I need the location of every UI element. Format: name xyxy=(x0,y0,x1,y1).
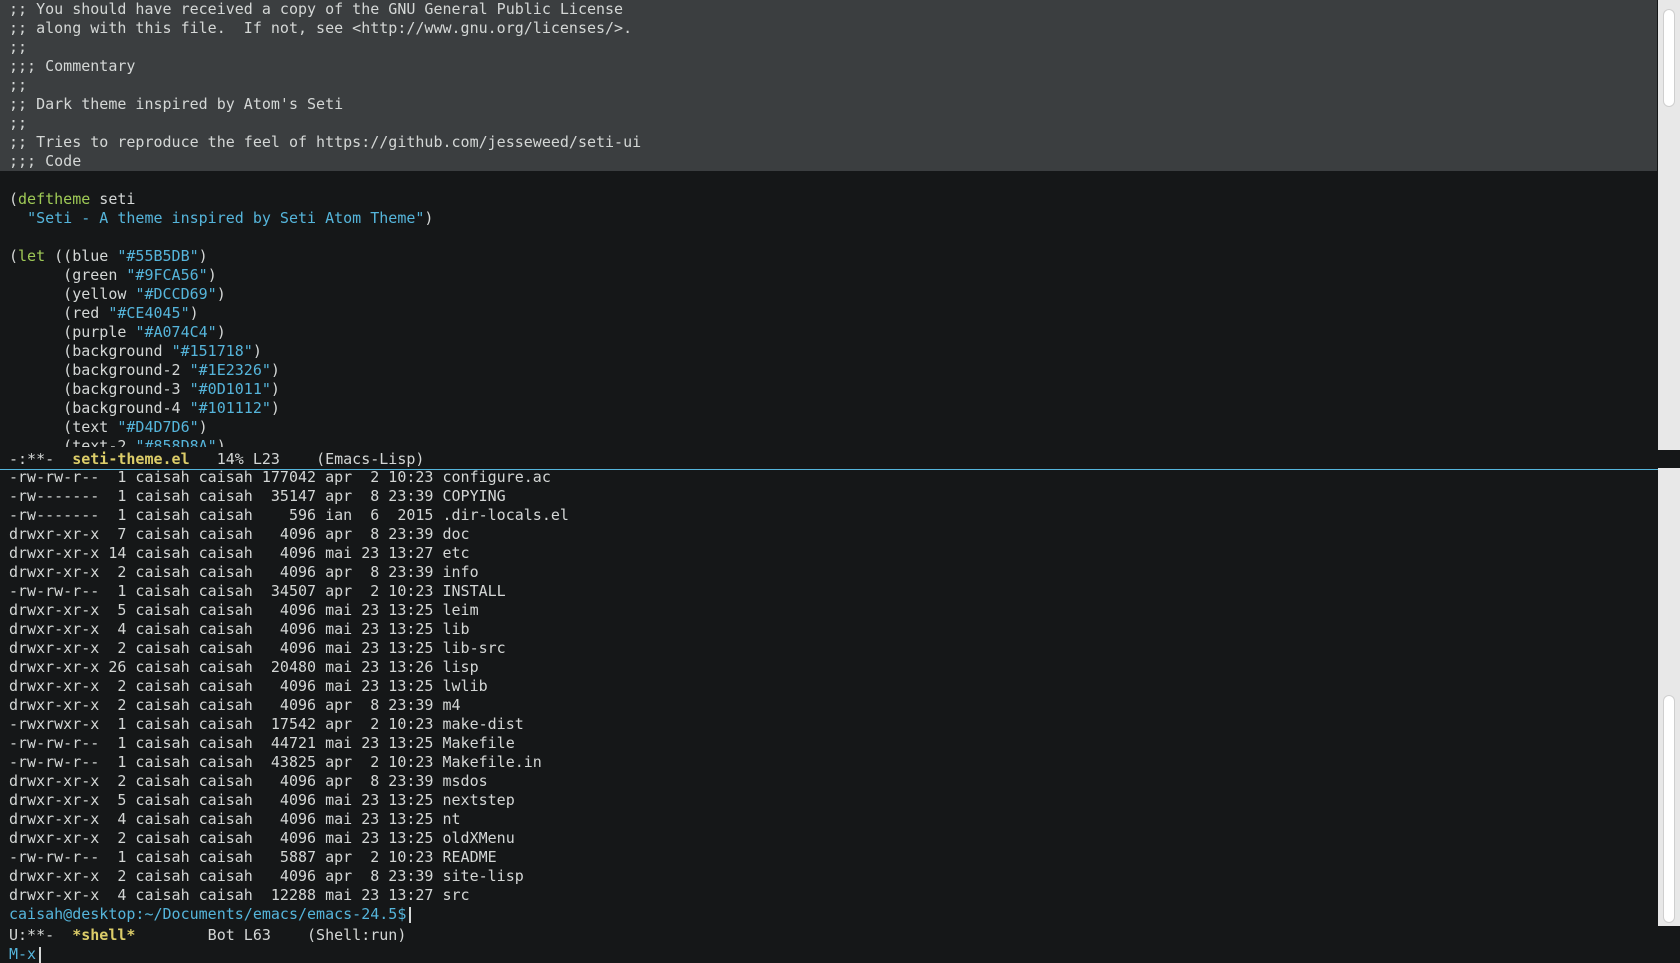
buffer-name[interactable]: *shell* xyxy=(72,926,135,944)
mode-line-bottom[interactable]: U:**- *shell* Bot L63 (Shell:run) xyxy=(0,926,1666,945)
buffer-position: Bot L63 xyxy=(135,926,308,944)
comment-line: ;;; Code xyxy=(0,152,1657,171)
scrollbar-top[interactable] xyxy=(1658,0,1680,450)
minibuffer-prompt: M-x xyxy=(9,945,37,963)
listing-row: drwxr-xr-x 14 caisah caisah 4096 mai 23 … xyxy=(9,544,470,562)
text-cursor xyxy=(409,906,412,923)
modified-status: U:**- xyxy=(9,926,73,944)
shell-prompt-line[interactable]: caisah@desktop:~/Documents/emacs/emacs-2… xyxy=(0,905,1657,924)
listing-row: -rw-rw-r-- 1 caisah caisah 44721 mai 23 … xyxy=(9,734,515,752)
listing-row: -rw-rw-r-- 1 caisah caisah 43825 apr 2 1… xyxy=(9,753,542,771)
color-binding-line: (text "#D4D7D6") xyxy=(9,418,208,436)
comment-line: ;; Tries to reproduce the feel of https:… xyxy=(0,133,1657,152)
listing-row: -rw-rw-r-- 1 caisah caisah 177042 apr 2 … xyxy=(9,468,551,486)
color-binding-line: (yellow "#DCCD69") xyxy=(9,285,226,303)
listing-row: drwxr-xr-x 2 caisah caisah 4096 apr 8 23… xyxy=(9,563,479,581)
minibuffer[interactable]: M-x xyxy=(0,945,42,963)
color-binding-line: (green "#9FCA56") xyxy=(9,266,217,284)
mode-line-top[interactable]: -:**- seti-theme.el 14% L23 (Emacs-Lisp) xyxy=(0,450,1666,470)
comment-line: ;; xyxy=(0,114,1657,133)
color-binding-line: (purple "#A074C4") xyxy=(9,323,226,341)
comment-line: ;;; Commentary xyxy=(0,57,1657,76)
listing-row: drwxr-xr-x 4 caisah caisah 4096 mai 23 1… xyxy=(9,620,470,638)
color-binding-line: (background "#151718") xyxy=(9,342,262,360)
listing-row: -rw------- 1 caisah caisah 35147 apr 8 2… xyxy=(9,487,506,505)
highlighted-comment-region: ;; You should have received a copy of th… xyxy=(0,0,1657,171)
major-mode[interactable]: (Emacs-Lisp) xyxy=(316,450,424,468)
listing-row: drwxr-xr-x 2 caisah caisah 4096 apr 8 23… xyxy=(9,867,524,885)
color-bindings: (green "#9FCA56") (yellow "#DCCD69") (re… xyxy=(0,266,1657,447)
comment-line: ;; xyxy=(0,38,1657,57)
listing-row: drwxr-xr-x 5 caisah caisah 4096 mai 23 1… xyxy=(9,791,515,809)
scrollbar-thumb-bottom[interactable] xyxy=(1664,696,1674,922)
editor-pane-seti-theme[interactable]: ;; You should have received a copy of th… xyxy=(0,0,1657,447)
minibuffer-cursor xyxy=(39,946,42,963)
scrollbar-bottom[interactable] xyxy=(1658,468,1680,926)
listing-row: -rwxrwxr-x 1 caisah caisah 17542 apr 2 1… xyxy=(9,715,524,733)
comment-line: ;; along with this file. If not, see <ht… xyxy=(0,19,1657,38)
listing-row: -rw-rw-r-- 1 caisah caisah 34507 apr 2 1… xyxy=(9,582,506,600)
listing-row: -rw-rw-r-- 1 caisah caisah 5887 apr 2 10… xyxy=(9,848,497,866)
major-mode[interactable]: (Shell:run) xyxy=(307,926,406,944)
color-binding-line: (background-3 "#0D1011") xyxy=(9,380,280,398)
listing-row: drwxr-xr-x 2 caisah caisah 4096 mai 23 1… xyxy=(9,639,506,657)
code-line-deftheme: (deftheme seti xyxy=(9,190,136,208)
comment-line: ;; Dark theme inspired by Atom's Seti xyxy=(0,95,1657,114)
code-line-docstring: "Seti - A theme inspired by Seti Atom Th… xyxy=(27,209,434,227)
color-binding-line: (text-2 "#858D8A") xyxy=(9,437,226,447)
listing-row: drwxr-xr-x 2 caisah caisah 4096 apr 8 23… xyxy=(9,772,488,790)
shell-prompt: caisah@desktop:~/Documents/emacs/emacs-2… xyxy=(9,905,407,923)
listing-row: -rw------- 1 caisah caisah 596 ian 6 201… xyxy=(9,506,569,524)
modified-status: -:**- xyxy=(9,450,73,468)
listing-row: drwxr-xr-x 2 caisah caisah 4096 mai 23 1… xyxy=(9,677,488,695)
buffer-name[interactable]: seti-theme.el xyxy=(72,450,189,468)
comment-line: ;; xyxy=(0,76,1657,95)
listing-row: drwxr-xr-x 2 caisah caisah 4096 apr 8 23… xyxy=(9,696,461,714)
listing-row: drwxr-xr-x 7 caisah caisah 4096 apr 8 23… xyxy=(9,525,470,543)
listing-row: drwxr-xr-x 4 caisah caisah 4096 mai 23 1… xyxy=(9,810,461,828)
color-binding-line: (background-2 "#1E2326") xyxy=(9,361,280,379)
shell-pane[interactable]: -rw-rw-r-- 1 caisah caisah 177042 apr 2 … xyxy=(0,468,1657,926)
buffer-position: 14% L23 xyxy=(189,450,317,468)
color-binding-line: (background-4 "#101112") xyxy=(9,399,280,417)
scrollbar-thumb-top[interactable] xyxy=(1664,10,1674,106)
comment-line: ;; You should have received a copy of th… xyxy=(0,0,1657,19)
listing-row: drwxr-xr-x 2 caisah caisah 4096 mai 23 1… xyxy=(9,829,515,847)
listing-row: drwxr-xr-x 4 caisah caisah 12288 mai 23 … xyxy=(9,886,470,904)
listing-row: drwxr-xr-x 5 caisah caisah 4096 mai 23 1… xyxy=(9,601,479,619)
color-binding-line: (red "#CE4045") xyxy=(9,304,199,322)
directory-listing: -rw-rw-r-- 1 caisah caisah 177042 apr 2 … xyxy=(0,468,1657,905)
listing-row: drwxr-xr-x 26 caisah caisah 20480 mai 23… xyxy=(9,658,479,676)
code-line-let: (let ((blue "#55B5DB") xyxy=(9,247,208,265)
